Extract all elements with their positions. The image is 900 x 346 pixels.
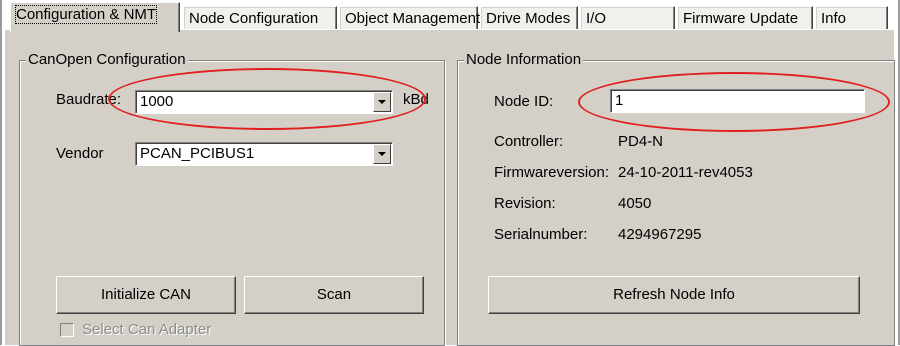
select-can-adapter-label: Select Can Adapter xyxy=(82,321,212,338)
baudrate-unit: kBd xyxy=(403,91,429,108)
tab-label: Configuration & NMT xyxy=(14,5,158,24)
tab-info[interactable]: Info xyxy=(815,6,888,30)
chevron-down-icon[interactable] xyxy=(373,92,391,112)
revision-label: Revision: xyxy=(494,195,556,212)
tab-node-configuration[interactable]: Node Configuration xyxy=(183,6,337,30)
revision-value: 4050 xyxy=(618,195,652,212)
tab-drive-modes[interactable]: Drive Modes xyxy=(480,6,578,30)
tab-label: Drive Modes xyxy=(486,10,571,27)
node-id-input[interactable]: 1 xyxy=(610,89,865,113)
firmware-version-value: 24-10-2011-rev4053 xyxy=(618,164,753,181)
tab-configuration-nmt[interactable]: Configuration & NMT xyxy=(10,2,180,32)
tab-panel: CanOpen Configuration Baudrate: 1000 kBd… xyxy=(4,29,895,346)
tab-label: Firmware Update xyxy=(683,10,799,27)
controller-value: PD4-N xyxy=(618,133,664,150)
tab-strip: Configuration & NMT Node Configuration O… xyxy=(0,0,900,32)
baudrate-label: Baudrate: xyxy=(56,91,122,108)
baudrate-value: 1000 xyxy=(140,93,174,110)
canopen-group-title: CanOpen Configuration xyxy=(26,51,188,68)
select-can-adapter-checkbox[interactable] xyxy=(60,323,74,337)
vendor-dropdown[interactable]: PCAN_PCIBUS1 xyxy=(135,142,393,166)
tab-label: Node Configuration xyxy=(189,10,319,27)
tab-label: Info xyxy=(821,10,847,27)
initialize-can-button[interactable]: Initialize CAN xyxy=(56,276,236,314)
tab-label: Object Management xyxy=(345,10,481,27)
tab-label: I/O xyxy=(586,10,607,27)
scan-label: Scan xyxy=(316,286,352,303)
serialnumber-label: Serialnumber: xyxy=(494,226,588,243)
baudrate-dropdown[interactable]: 1000 xyxy=(135,90,393,114)
canopen-configuration-group: CanOpen Configuration Baudrate: 1000 kBd… xyxy=(19,51,445,346)
vendor-label: Vendor xyxy=(56,145,104,162)
refresh-node-info-button[interactable]: Refresh Node Info xyxy=(488,276,860,314)
serialnumber-value: 4294967295 xyxy=(618,226,702,243)
tab-io[interactable]: I/O xyxy=(580,6,675,30)
controller-label: Controller: xyxy=(494,133,564,150)
tab-object-management[interactable]: Object Management xyxy=(339,6,481,30)
initialize-can-label: Initialize CAN xyxy=(100,286,192,303)
node-id-label: Node ID: xyxy=(494,93,554,110)
firmware-version-label: Firmwareversion: xyxy=(494,164,610,181)
scan-button[interactable]: Scan xyxy=(244,276,424,314)
refresh-node-info-label: Refresh Node Info xyxy=(613,286,735,303)
tab-firmware-update[interactable]: Firmware Update xyxy=(677,6,813,30)
vendor-value: PCAN_PCIBUS1 xyxy=(140,145,255,162)
node-id-value: 1 xyxy=(615,92,624,109)
node-information-group: Node Information Node ID: 1 Controller: … xyxy=(457,51,895,346)
node-group-title: Node Information xyxy=(464,51,584,68)
chevron-down-icon[interactable] xyxy=(373,144,391,164)
